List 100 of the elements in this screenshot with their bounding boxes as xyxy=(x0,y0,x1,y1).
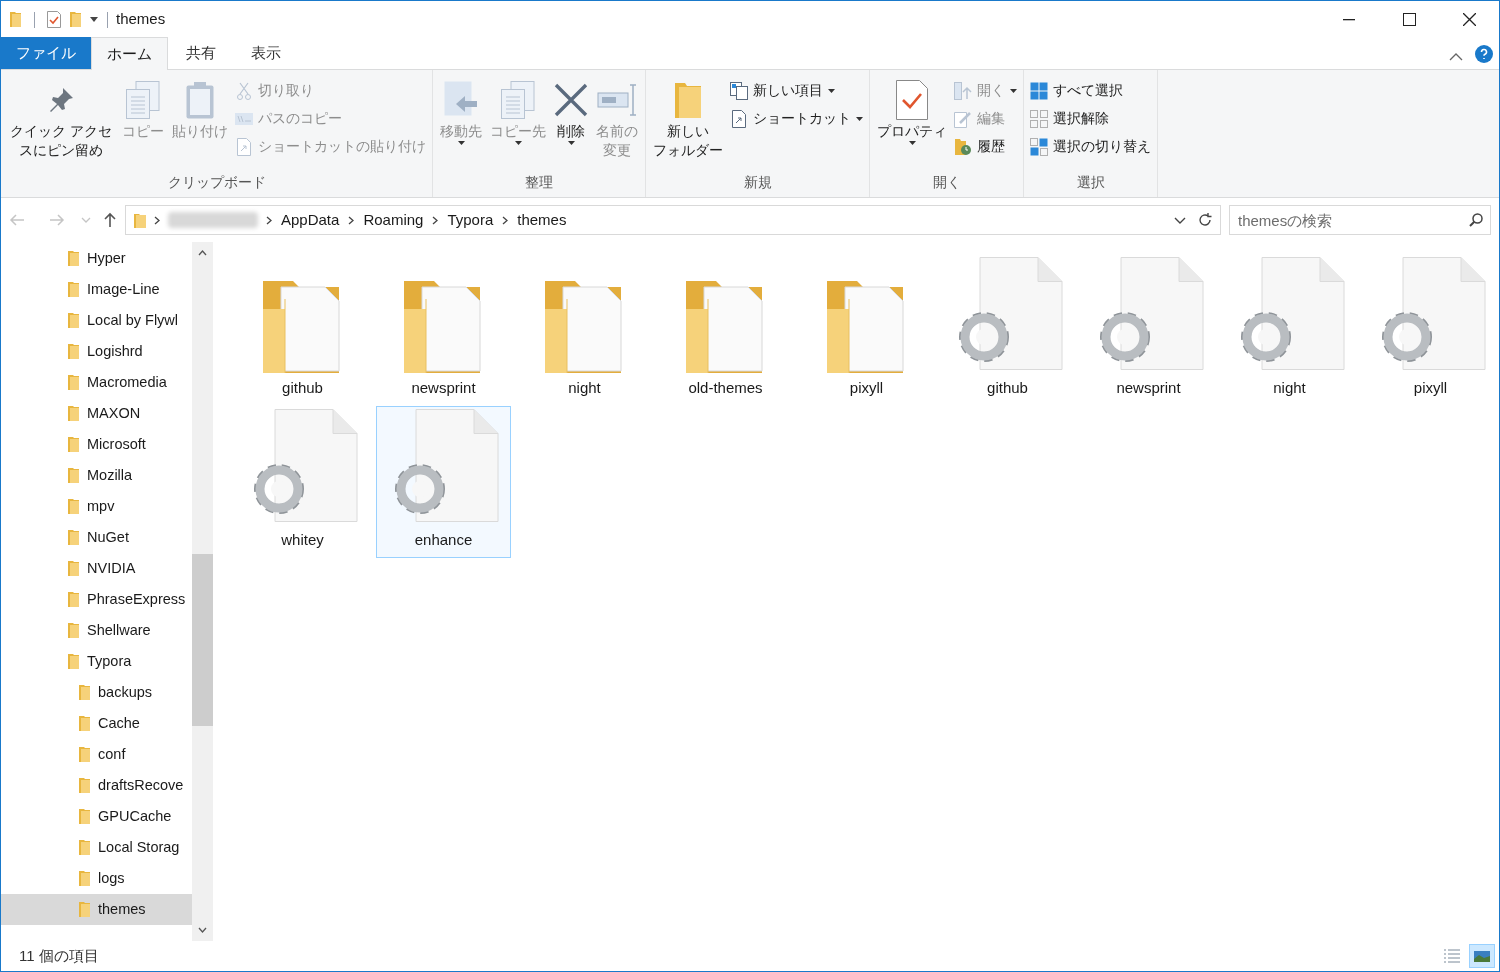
tree-item[interactable]: Local by Flywl xyxy=(1,305,192,336)
properties-icon xyxy=(896,80,928,120)
breadcrumb-link[interactable]: Roaming xyxy=(362,208,425,232)
ribbon-tab[interactable]: ホーム xyxy=(91,37,168,70)
shortcut-icon xyxy=(732,110,746,128)
properties-icon[interactable] xyxy=(47,11,61,28)
delete-icon xyxy=(554,83,588,117)
folder-icon xyxy=(67,467,79,484)
tree-item[interactable]: NuGet xyxy=(1,522,192,553)
up-arrow-icon[interactable] xyxy=(103,212,117,228)
tree-item[interactable]: draftsRecove xyxy=(1,770,192,801)
ribbon-button[interactable]: クイック アクセスにピン留め xyxy=(5,78,117,173)
file-item[interactable]: whitey xyxy=(235,406,370,558)
tree-item[interactable]: Typora xyxy=(1,646,192,677)
ribbon-tab[interactable]: ファイル xyxy=(1,37,91,69)
tree-item[interactable]: conf xyxy=(1,739,192,770)
tree-item[interactable]: MAXON xyxy=(1,398,192,429)
file-item[interactable]: pixyll xyxy=(1363,254,1498,406)
tree-item[interactable]: Mozilla xyxy=(1,460,192,491)
refresh-icon[interactable] xyxy=(1198,213,1212,227)
invert-selection-icon xyxy=(1030,138,1048,156)
scrollbar-thumb[interactable] xyxy=(192,554,213,726)
dropdown-caret-icon[interactable] xyxy=(1174,216,1186,224)
group-label: 開く xyxy=(931,173,962,192)
select-none-icon xyxy=(1030,110,1048,128)
tree-item[interactable]: Local Storag xyxy=(1,832,192,863)
caret-icon xyxy=(856,117,863,121)
chevron-icon xyxy=(502,215,509,225)
select-all-icon xyxy=(1030,82,1048,100)
ribbon-button[interactable]: 削除 xyxy=(551,78,591,173)
folder-icon xyxy=(67,281,79,298)
breadcrumb-link[interactable]: Typora xyxy=(446,208,495,232)
ribbon-tab[interactable]: 表示 xyxy=(233,37,298,69)
scroll-up-icon[interactable] xyxy=(198,250,207,256)
scrollbar[interactable] xyxy=(192,242,213,941)
folder-icon xyxy=(67,312,79,329)
tree-item[interactable]: themes xyxy=(1,894,192,925)
ribbon-tab[interactable]: 共有 xyxy=(168,37,233,69)
tree-item[interactable]: Image-Line xyxy=(1,274,192,305)
tree-item[interactable]: Cache xyxy=(1,708,192,739)
pencil-icon xyxy=(954,110,972,128)
tree-item[interactable]: GPUCache xyxy=(1,801,192,832)
group-label: 選択 xyxy=(1075,173,1106,192)
file-item[interactable]: github xyxy=(940,254,1075,406)
folder-icon xyxy=(78,715,90,732)
scissors-icon xyxy=(237,82,251,100)
folder-icon xyxy=(67,560,79,577)
folder-icon xyxy=(67,498,79,515)
scroll-down-icon[interactable] xyxy=(198,927,207,933)
ribbon-button[interactable]: すべて選択 xyxy=(1028,80,1153,102)
file-item[interactable]: enhance xyxy=(376,406,511,558)
file-item[interactable]: night xyxy=(517,254,652,406)
search-field[interactable]: themesの検索 xyxy=(1229,205,1491,235)
chevron-icon xyxy=(266,215,272,225)
caret-icon xyxy=(828,89,835,93)
file-item[interactable]: pixyll xyxy=(799,254,934,406)
ribbon-button[interactable]: 選択の切り替え xyxy=(1028,136,1153,158)
folder-icon xyxy=(67,436,79,453)
ribbon-button[interactable]: 履歴 xyxy=(952,136,1019,158)
folder-icon xyxy=(78,684,90,701)
tree-item[interactable]: mpv xyxy=(1,491,192,522)
shortcut-icon xyxy=(237,138,251,156)
caret-icon xyxy=(908,141,916,145)
folder-icon xyxy=(78,808,90,825)
tree-item[interactable]: Logishrd xyxy=(1,336,192,367)
chevron-icon xyxy=(432,215,439,225)
address-field[interactable]: AppData Roaming Typora themes xyxy=(125,205,1221,235)
customize-caret-icon[interactable] xyxy=(90,16,99,23)
window-title: themes xyxy=(116,9,166,30)
move-arrow-icon xyxy=(444,81,478,119)
help-icon[interactable] xyxy=(1475,45,1493,63)
folder-icon xyxy=(67,343,79,360)
ribbon-button[interactable]: ショートカット xyxy=(728,108,865,130)
tree-item[interactable]: Macromedia xyxy=(1,367,192,398)
collapse-ribbon-icon[interactable] xyxy=(1449,53,1463,61)
file-item[interactable]: night xyxy=(1222,254,1357,406)
folder-icon xyxy=(134,212,146,228)
breadcrumb-link[interactable]: themes xyxy=(516,208,568,232)
file-item[interactable]: newsprint xyxy=(376,254,511,406)
breadcrumb-link[interactable]: AppData xyxy=(280,208,341,232)
caret-icon xyxy=(457,141,465,145)
ribbon-button[interactable]: プロパティ xyxy=(874,78,950,173)
tree-item[interactable]: PhraseExpress xyxy=(1,584,192,615)
ribbon-button[interactable]: 新しいフォルダー xyxy=(650,78,726,173)
folder-icon xyxy=(67,591,79,608)
ribbon-button[interactable]: 新しい項目 xyxy=(728,80,865,102)
copy-pages-icon xyxy=(126,81,160,119)
view-toggle-button[interactable] xyxy=(1469,944,1495,968)
file-item[interactable]: newsprint xyxy=(1081,254,1216,406)
ribbon-button[interactable]: 選択解除 xyxy=(1028,108,1153,130)
tree-item[interactable]: NVIDIA xyxy=(1,553,192,584)
file-item[interactable]: old-themes xyxy=(658,254,793,406)
tree-item[interactable]: logs xyxy=(1,863,192,894)
tree-item[interactable]: backups xyxy=(1,677,192,708)
tree-item[interactable]: Hyper xyxy=(1,243,192,274)
file-item[interactable]: github xyxy=(235,254,370,406)
maximize-icon xyxy=(1402,13,1416,26)
clipboard-icon xyxy=(186,81,214,119)
tree-item[interactable]: Microsoft xyxy=(1,429,192,460)
tree-item[interactable]: Shellware xyxy=(1,615,192,646)
